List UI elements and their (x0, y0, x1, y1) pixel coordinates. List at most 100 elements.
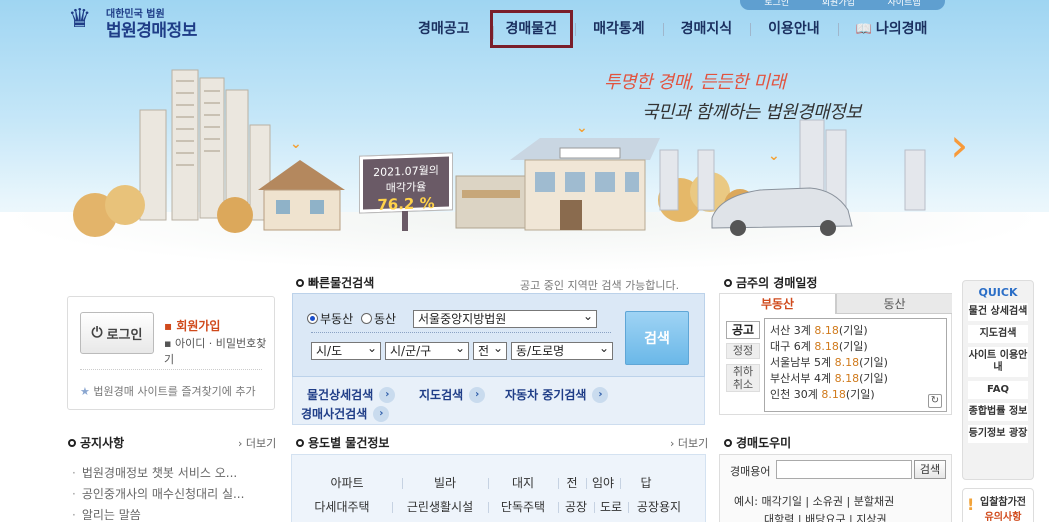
use-forest[interactable]: 임야 (586, 474, 620, 491)
vehicle-search-link[interactable]: 자동차 중기검색 › (505, 386, 609, 403)
nav-my-auction-label: 나의경매 (875, 21, 928, 37)
court-emblem-icon: ♛ (68, 4, 92, 34)
schedule-notice-select[interactable]: 공고 (726, 321, 760, 339)
quick-search-links: 물건상세검색 › 지도검색 › 자동차 중기검색 › 경매사건검색 › (292, 377, 705, 425)
use-multiplex[interactable]: 다세대주택 (292, 498, 392, 515)
schedule-withdraw[interactable]: 취하 취소 (726, 364, 760, 392)
use-detached[interactable]: 단독주택 (488, 498, 558, 515)
term-search-button[interactable]: 검색 (914, 460, 946, 479)
example-term[interactable]: 배당요구 (805, 513, 845, 522)
list-item[interactable]: 부산서부 4계 8.18(기일) (770, 371, 946, 387)
nav-my-auction[interactable]: 📖 나의경매 (837, 10, 946, 48)
example-term[interactable]: 대항력 (764, 513, 794, 522)
schedule-correction[interactable]: 정정 (726, 343, 760, 359)
use-villa[interactable]: 빌라 (402, 474, 488, 491)
schedule-panel: 부동산 동산 공고 정정 취하 취소 서산 3계 8.18(기일) 대구 6계 … (719, 293, 952, 415)
use-factory[interactable]: 공장 (558, 498, 594, 515)
quick-map-search[interactable]: 지도검색 (968, 325, 1028, 343)
list-item[interactable]: 법원경매정보 챗봇 서비스 오... (72, 463, 272, 484)
logo-title: 법원경매정보 (106, 21, 197, 41)
notice-more-link[interactable]: › 더보기 (238, 435, 276, 451)
quick-menu: QUICK 물건 상세검색 지도검색 사이트 이용안내 FAQ 종합법률 정보 … (962, 280, 1034, 480)
join-link[interactable]: ▪ 회원가입 (164, 317, 220, 334)
logo[interactable]: ♛ 대한민국 법원 법원경매정보 (62, 2, 222, 42)
notice-list: 법원경매정보 챗봇 서비스 오... 공인중개사의 매수신청대리 실... 알리… (72, 463, 272, 522)
nav-auction-items[interactable]: 경매물건 (489, 10, 574, 48)
radio-real-estate[interactable]: 부동산 (307, 310, 353, 327)
court-select[interactable]: 서울중앙지방법원 (413, 308, 597, 328)
list-item[interactable]: 대구 6계 8.18(기일) (770, 339, 946, 355)
exclamation-icon: ! (967, 495, 975, 514)
map-search-link[interactable]: 지도검색 › (419, 386, 486, 403)
use-road[interactable]: 도로 (594, 498, 628, 515)
radio-movable[interactable]: 동산 (361, 310, 396, 327)
jeon-select[interactable]: 전 (473, 340, 507, 360)
quick-search-note: 공고 중인 지역만 검색 가능합니다. (520, 279, 680, 292)
list-item[interactable]: 공인중개사의 매수신청대리 실... (72, 484, 272, 505)
tab-movable[interactable]: 동산 (836, 294, 952, 314)
quick-legal-info[interactable]: 종합법률 정보 (968, 403, 1028, 421)
chevron-down-icon: ⌄ (768, 148, 780, 164)
example-term[interactable]: 매각기일 (761, 495, 801, 508)
nav-sale-statistics[interactable]: 매각통계 (575, 10, 663, 48)
slogan-primary: 투명한 경매, 든든한 미래 (604, 72, 786, 93)
notice-title: 공지사항 (68, 434, 124, 451)
helper-examples: 예시: 매각기일 | 소유권 | 분할채권 (734, 495, 895, 508)
list-item[interactable]: 서울남부 5계 8.18(기일) (770, 355, 946, 371)
dong-select[interactable]: 동/도로명 (511, 340, 613, 360)
topbar-sitemap[interactable]: 사이트맵 (888, 0, 921, 8)
sigungu-select[interactable]: 시/군/구 (385, 340, 469, 360)
arrow-right-icon: › (373, 405, 390, 422)
chevron-down-icon: ⌄ (576, 120, 588, 136)
nav-auction-notice[interactable]: 경매공고 (400, 10, 488, 48)
use-neighborhood[interactable]: 근린생활시설 (392, 498, 488, 515)
list-item[interactable]: 알리는 말씀 (72, 505, 272, 522)
example-term[interactable]: 지상권 (856, 513, 886, 522)
login-button-label: 로그인 (106, 327, 143, 343)
arrow-right-icon: › (379, 386, 396, 403)
schedule-list: 서산 3계 8.18(기일) 대구 6계 8.18(기일) 서울남부 5계 8.… (764, 318, 947, 412)
example-term[interactable]: 소유권 (813, 495, 843, 508)
detail-search-link[interactable]: 물건상세검색 › (307, 386, 396, 403)
use-field[interactable]: 전 (558, 474, 586, 491)
topbar-join[interactable]: 회원가입 (822, 0, 855, 8)
use-factory-site[interactable]: 공장용지 (628, 498, 690, 515)
sign-post (402, 211, 408, 231)
use-info-more-link[interactable]: › 더보기 (670, 435, 708, 451)
quick-search-button[interactable]: 검색 (625, 311, 689, 365)
use-paddy[interactable]: 답 (620, 474, 672, 491)
banner-next-arrow-icon[interactable]: › (950, 120, 968, 170)
login-button[interactable]: ⏻ 로그인 (80, 312, 154, 354)
schedule-title: 금주의 경매일정 (724, 274, 817, 291)
quick-search-title: 빠른물건검색 (296, 274, 374, 291)
nav-usage-guide[interactable]: 이용안내 (750, 10, 838, 48)
topbar-login[interactable]: 로그인 (764, 0, 789, 8)
add-favorite-link[interactable]: ★ 법원경매 사이트를 즐겨찾기에 추가 (80, 383, 256, 399)
quick-detail-search[interactable]: 물건 상세검색 (968, 303, 1028, 321)
nav-auction-knowledge[interactable]: 경매지식 (662, 10, 751, 48)
chevron-down-icon: ⌄ (290, 136, 302, 152)
use-land[interactable]: 대지 (488, 474, 558, 491)
book-icon: 📖 (855, 22, 872, 37)
example-term[interactable]: 분할채권 (854, 495, 894, 508)
quick-faq[interactable]: FAQ (968, 381, 1028, 399)
case-search-link[interactable]: 경매사건검색 › (301, 405, 390, 422)
helper-panel: 경매용어 검색 예시: 매각기일 | 소유권 | 분할채권 대항력 | 배당요구… (719, 454, 952, 522)
term-search-input[interactable] (776, 460, 912, 479)
quick-registry-info[interactable]: 등기정보 광장 (968, 425, 1028, 443)
find-id-password-link[interactable]: ▪ 아이디 · 비밀번호찾기 (164, 335, 274, 367)
helper-title: 경매도우미 (724, 434, 791, 451)
quick-site-guide[interactable]: 사이트 이용안내 (968, 347, 1028, 377)
helper-label: 경매용어 (730, 465, 771, 478)
list-item[interactable]: 서산 3계 8.18(기일) (770, 323, 946, 339)
use-info-panel: 아파트 빌라 대지 전 임야 답 다세대주택 근린생활시설 단독주택 공장 도로… (291, 454, 706, 522)
bid-caution-link[interactable]: ! 입찰참가전 유의사항 (962, 488, 1034, 522)
list-item[interactable]: 인천 30계 8.18(기일) (770, 387, 946, 403)
main-nav: 경매공고 경매물건 매각통계 경매지식 이용안내 📖 나의경매 (400, 10, 945, 48)
refresh-icon[interactable]: ↻ (928, 394, 942, 408)
use-apartment[interactable]: 아파트 (292, 474, 402, 491)
use-info-title: 용도별 물건정보 (296, 434, 389, 451)
sido-select[interactable]: 시/도 (311, 340, 381, 360)
tab-real-estate[interactable]: 부동산 (720, 294, 836, 314)
quick-search-panel: 부동산 동산 서울중앙지방법원 시/도 시/군/구 전 동/도로명 검색 (292, 293, 705, 377)
